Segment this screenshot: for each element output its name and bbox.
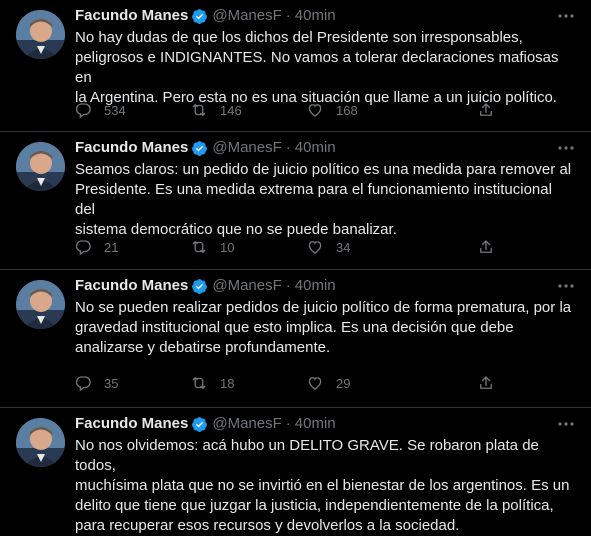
share-icon xyxy=(480,240,492,253)
avatar[interactable] xyxy=(16,280,65,329)
tweet-actions: 534 146 168 xyxy=(68,99,508,121)
retweet-button[interactable]: 18 xyxy=(190,372,234,394)
tweet-time[interactable]: 40min xyxy=(295,6,336,26)
tweet-header: Facundo Manes @ManesF · 40min xyxy=(75,6,336,26)
like-count: 168 xyxy=(336,102,358,118)
tweet-text: No nos olvidemos: acá hubo un DELITO GRA… xyxy=(75,437,570,534)
author-handle[interactable]: @ManesF xyxy=(212,138,281,158)
share-icon xyxy=(480,376,492,389)
retweet-count: 10 xyxy=(220,239,235,255)
share-button[interactable] xyxy=(477,236,507,258)
like-button[interactable]: 168 xyxy=(306,99,358,121)
separator-dot: · xyxy=(285,277,291,294)
avatar-image xyxy=(16,418,65,467)
tweet-header: Facundo Manes @ManesF · 40min xyxy=(75,138,336,158)
author-name[interactable]: Facundo Manes xyxy=(75,276,188,296)
reply-button[interactable]: 21 xyxy=(74,236,118,258)
like-button[interactable]: 29 xyxy=(306,372,350,394)
reply-button[interactable]: 35 xyxy=(74,372,118,394)
retweet-button[interactable]: 146 xyxy=(190,99,242,121)
author-handle[interactable]: @ManesF xyxy=(212,276,281,296)
retweet-icon xyxy=(192,104,206,116)
heart-icon xyxy=(308,104,322,117)
heart-icon xyxy=(308,377,322,390)
author-name[interactable]: Facundo Manes xyxy=(75,414,188,434)
verified-badge-icon xyxy=(192,278,208,294)
avatar-image xyxy=(16,280,65,329)
share-button[interactable] xyxy=(477,99,507,121)
author-handle[interactable]: @ManesF xyxy=(212,414,281,434)
tweet-time[interactable]: 40min xyxy=(295,414,336,434)
retweet-count: 18 xyxy=(220,375,235,391)
avatar[interactable] xyxy=(16,10,65,59)
tweet-text: Seamos claros: un pedido de juicio polít… xyxy=(75,161,572,238)
tweet-text: No se pueden realizar pedidos de juicio … xyxy=(75,299,572,356)
avatar[interactable] xyxy=(16,142,65,191)
tweet[interactable]: Facundo Manes @ManesF · 40min Seamos cla… xyxy=(0,132,591,270)
separator-dot: · xyxy=(285,7,291,24)
reply-count: 534 xyxy=(104,102,126,118)
reply-count: 21 xyxy=(104,239,119,255)
more-icon[interactable] xyxy=(555,138,577,158)
avatar[interactable] xyxy=(16,418,65,467)
tweet-header: Facundo Manes @ManesF · 40min xyxy=(75,276,336,296)
author-name[interactable]: Facundo Manes xyxy=(75,138,188,158)
separator-dot: · xyxy=(285,139,291,156)
author-handle[interactable]: @ManesF xyxy=(212,6,281,26)
share-button[interactable] xyxy=(477,372,507,394)
like-button[interactable]: 34 xyxy=(306,236,350,258)
more-icon[interactable] xyxy=(555,414,577,434)
like-count: 29 xyxy=(336,375,351,391)
heart-icon xyxy=(308,241,322,254)
tweet[interactable]: Facundo Manes @ManesF · 40min No hay dud… xyxy=(0,0,591,132)
reply-count: 35 xyxy=(104,375,119,391)
tweet-actions: 21 10 34 xyxy=(68,236,508,258)
avatar-image xyxy=(16,10,65,59)
verified-badge-icon xyxy=(192,140,208,156)
retweet-count: 146 xyxy=(220,102,242,118)
more-icon[interactable] xyxy=(555,276,577,296)
tweet-text: No hay dudas de que los dichos del Presi… xyxy=(75,29,559,106)
more-icon[interactable] xyxy=(555,6,577,26)
retweet-icon xyxy=(192,241,206,253)
tweet-header: Facundo Manes @ManesF · 40min xyxy=(75,414,336,434)
verified-badge-icon xyxy=(192,416,208,432)
like-count: 34 xyxy=(336,239,351,255)
reply-icon xyxy=(75,376,91,392)
separator-dot: · xyxy=(285,415,291,432)
retweet-icon xyxy=(192,377,206,389)
tweet[interactable]: Facundo Manes @ManesF · 40min No se pued… xyxy=(0,270,591,408)
tweet-time[interactable]: 40min xyxy=(295,138,336,158)
verified-badge-icon xyxy=(192,8,208,24)
reply-icon xyxy=(75,103,91,119)
share-icon xyxy=(480,103,492,116)
retweet-button[interactable]: 10 xyxy=(190,236,234,258)
avatar-image xyxy=(16,142,65,191)
reply-button[interactable]: 534 xyxy=(74,99,126,121)
tweet-actions: 35 18 29 xyxy=(68,372,508,394)
reply-icon xyxy=(75,240,91,256)
tweet[interactable]: Facundo Manes @ManesF · 40min No nos olv… xyxy=(0,408,591,534)
tweet-time[interactable]: 40min xyxy=(295,276,336,296)
author-name[interactable]: Facundo Manes xyxy=(75,6,188,26)
